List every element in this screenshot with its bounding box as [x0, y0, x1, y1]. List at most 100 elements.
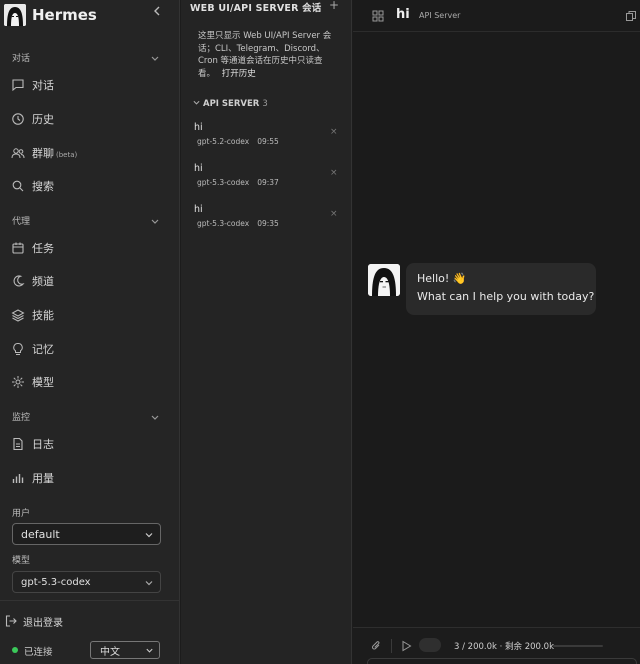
nav-item-history[interactable]: 历史: [0, 106, 180, 132]
sessions-note-text: 这里只显示 Web UI/API Server 会话；CLI、Telegram、…: [198, 31, 332, 79]
new-session-button[interactable]: +: [329, 0, 339, 12]
sessions-header: WEB UI/API SERVER 会话: [190, 3, 322, 14]
session-meta: gpt-5.3-codex 09:35: [197, 219, 279, 228]
nav-label: 对话: [32, 79, 54, 92]
nav-label: 模型: [32, 376, 54, 389]
connection-status: 已连接: [24, 647, 53, 658]
bar-chart-icon: [12, 474, 24, 483]
session-group-header[interactable]: API SERVER 3: [193, 99, 268, 109]
assistant-avatar: [368, 264, 400, 296]
message-line: Hello! 👋: [417, 272, 467, 285]
nav-item-skills[interactable]: 技能: [0, 302, 180, 328]
plus-icon: +: [329, 0, 340, 12]
calendar-icon: [12, 242, 24, 254]
chevron-down-icon: [145, 533, 153, 538]
brand-logo: [4, 4, 26, 26]
chat-subtitle: API Server: [419, 11, 461, 20]
sidebar: Hermes 对话 对话 历史 群聊(beta) 搜索 代理 任务 频道 技能: [0, 0, 180, 664]
section-label-monitor: 监控: [12, 413, 31, 423]
section-collapse-agent[interactable]: [150, 216, 162, 226]
section-collapse-monitor[interactable]: [150, 412, 162, 422]
nav-label: 搜索: [32, 180, 54, 193]
session-item[interactable]: hi gpt-5.3-codex 09:35 ×: [181, 204, 351, 242]
section-collapse-chat[interactable]: [150, 53, 162, 63]
chat-title: hi: [396, 7, 410, 22]
nav-item-memory[interactable]: 记忆: [0, 336, 180, 362]
chat-topbar: hi API Server: [353, 0, 640, 32]
session-item[interactable]: hi gpt-5.3-codex 09:37 ×: [181, 163, 351, 201]
nav-item-group-chat[interactable]: 群聊 (beta): [0, 140, 180, 166]
delete-session-button[interactable]: ×: [330, 127, 338, 137]
nav-item-search[interactable]: 搜索: [0, 173, 180, 199]
close-icon: ×: [330, 168, 338, 178]
delete-session-button[interactable]: ×: [330, 209, 338, 219]
context-usage-bar: [553, 645, 603, 647]
chevron-down-icon: [151, 56, 159, 61]
sessions-panel: WEB UI/API SERVER 会话 + 这里只显示 Web UI/API …: [181, 0, 352, 664]
nav-label-text: 群聊: [32, 147, 54, 160]
close-icon: ×: [330, 209, 338, 219]
nav-item-usage[interactable]: 用量: [0, 465, 180, 491]
chat-bubble-icon: [12, 79, 24, 92]
section-label-agent: 代理: [12, 217, 31, 227]
copy-icon[interactable]: [625, 10, 637, 22]
sparkle-icon: [12, 376, 24, 388]
model-label: 模型: [12, 556, 31, 566]
document-icon: [13, 437, 23, 451]
language-select[interactable]: 中文: [90, 641, 160, 659]
session-title: hi: [194, 122, 203, 133]
nav-item-conversation[interactable]: 对话: [0, 72, 180, 98]
session-meta: gpt-5.2-codex 09:55: [197, 137, 279, 146]
lightbulb-icon: [13, 343, 23, 355]
section-label-chat: 对话: [12, 54, 31, 64]
message-input[interactable]: [367, 658, 637, 664]
brand-name: Hermes: [32, 6, 97, 24]
chevron-down-icon: [193, 100, 200, 105]
session-model: gpt-5.3-codex: [197, 178, 250, 187]
session-time: 09:35: [257, 219, 279, 228]
chevron-down-icon: [145, 581, 153, 586]
session-group-title: API SERVER: [203, 99, 260, 109]
paperclip-icon[interactable]: [370, 640, 382, 652]
clock-icon: [12, 113, 24, 125]
logout-button[interactable]: 退出登录: [0, 608, 180, 634]
play-icon[interactable]: [401, 640, 412, 652]
grid-icon[interactable]: [372, 10, 384, 22]
nav-label: 技能: [32, 309, 54, 322]
nav-item-tasks[interactable]: 任务: [0, 235, 180, 261]
open-history-link[interactable]: 打开历史: [222, 69, 256, 79]
chevron-down-icon: [146, 648, 153, 653]
context-token-count: 3 / 200.0k · 剩余 200.0k: [454, 642, 554, 652]
chat-main: hi API Server Hello! 👋 What can I help y…: [353, 0, 640, 664]
nav-label: 记忆: [32, 343, 54, 356]
chevron-down-icon: [151, 219, 159, 224]
close-icon: ×: [330, 127, 338, 137]
session-title: hi: [194, 163, 203, 174]
toolbar-separator: [391, 639, 392, 653]
mode-toggle[interactable]: [419, 638, 441, 652]
users-icon: [11, 148, 25, 159]
delete-session-button[interactable]: ×: [330, 168, 338, 178]
nav-item-models[interactable]: 模型: [0, 369, 180, 395]
model-select[interactable]: gpt-5.3-codex: [12, 571, 161, 593]
nav-label: 历史: [32, 113, 54, 126]
search-icon: [12, 180, 24, 192]
session-item[interactable]: hi gpt-5.2-codex 09:55 ×: [181, 122, 351, 160]
connection-status-dot: [12, 647, 18, 653]
beta-badge: (beta): [56, 151, 78, 159]
logout-label: 退出登录: [23, 617, 63, 629]
nav-label: 任务: [32, 242, 54, 255]
chevron-left-icon: [154, 6, 160, 16]
nav-label: 日志: [32, 438, 54, 451]
nav-label: 用量: [32, 472, 54, 485]
model-select-value: gpt-5.3-codex: [21, 576, 91, 588]
collapse-sidebar-button[interactable]: [150, 5, 164, 21]
sidebar-divider: [0, 600, 180, 601]
sessions-note: 这里只显示 Web UI/API Server 会话；CLI、Telegram、…: [198, 30, 338, 80]
nav-item-logs[interactable]: 日志: [0, 431, 180, 457]
session-time: 09:55: [257, 137, 279, 146]
user-label: 用户: [12, 509, 31, 519]
user-select[interactable]: default: [12, 523, 161, 545]
message-line: What can I help you with today?: [417, 290, 595, 303]
nav-item-channels[interactable]: 频道: [0, 268, 180, 294]
